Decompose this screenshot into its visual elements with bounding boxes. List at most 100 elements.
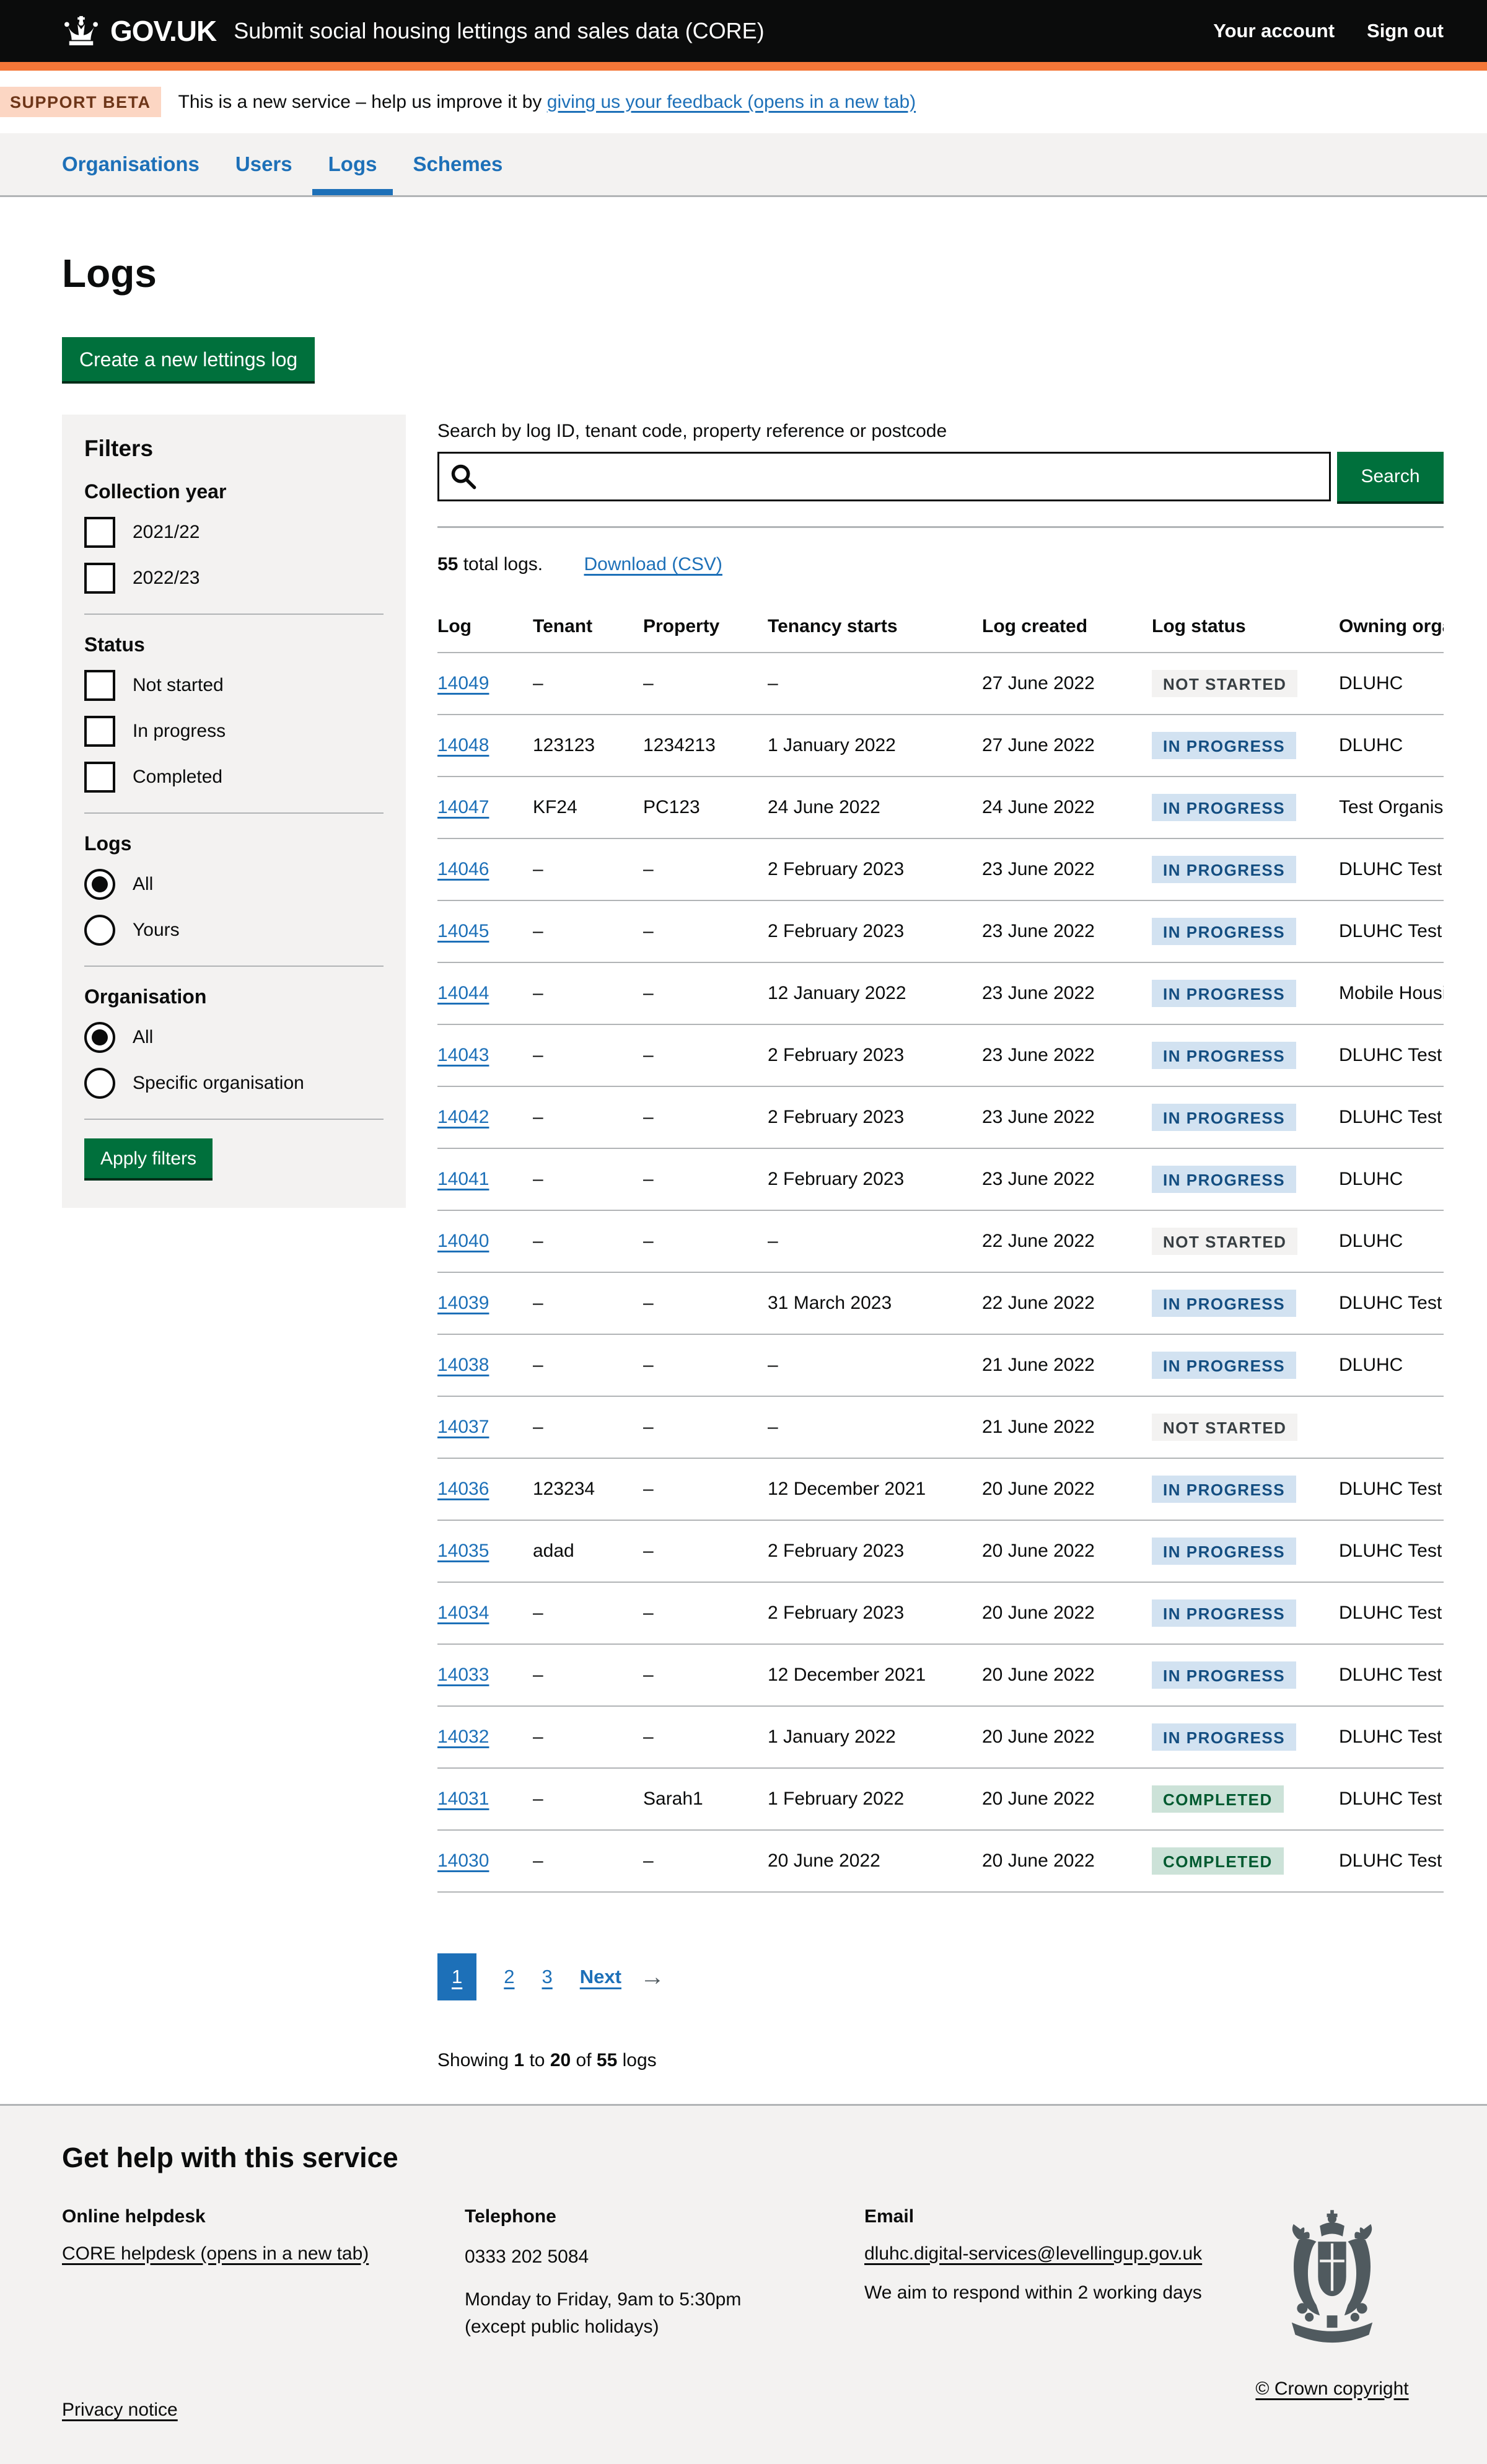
log-link[interactable]: 14041 bbox=[437, 1169, 489, 1189]
filter-divider bbox=[84, 1119, 384, 1120]
log-link[interactable]: 14030 bbox=[437, 1850, 489, 1871]
cell-tenant: – bbox=[533, 1210, 643, 1272]
log-link[interactable]: 14040 bbox=[437, 1231, 489, 1251]
footer-title: Get help with this service bbox=[62, 2142, 1444, 2174]
feedback-link[interactable]: giving us your feedback (opens in a new … bbox=[547, 92, 916, 112]
sign-out-link[interactable]: Sign out bbox=[1367, 20, 1444, 42]
checkbox-control[interactable] bbox=[84, 670, 115, 701]
telephone-heading: Telephone bbox=[465, 2206, 864, 2227]
email-link[interactable]: dluhc.digital-services@levellingup.gov.u… bbox=[864, 2243, 1202, 2264]
search-input[interactable] bbox=[437, 452, 1331, 501]
cell-tenancy-starts: – bbox=[768, 1210, 982, 1272]
cell-log-created: 20 June 2022 bbox=[982, 1582, 1152, 1644]
radio-yours[interactable]: Yours bbox=[84, 915, 384, 946]
col-log: Log bbox=[437, 605, 533, 653]
radio-control[interactable] bbox=[84, 1068, 115, 1099]
checkbox-2022-23[interactable]: 2022/23 bbox=[84, 563, 384, 594]
radio-specific-organisation[interactable]: Specific organisation bbox=[84, 1068, 384, 1099]
checkbox-2021-22[interactable]: 2021/22 bbox=[84, 517, 384, 548]
log-link[interactable]: 14049 bbox=[437, 673, 489, 693]
cell-property: – bbox=[643, 1830, 768, 1892]
filters-panel: Filters Collection year2021/222022/23Sta… bbox=[62, 415, 406, 1208]
log-link[interactable]: 14043 bbox=[437, 1045, 489, 1065]
cell-tenant: – bbox=[533, 900, 643, 962]
checkbox-control[interactable] bbox=[84, 716, 115, 747]
cell-property: 1234213 bbox=[643, 715, 768, 777]
status-badge: IN PROGRESS bbox=[1152, 732, 1296, 759]
table-row: 14039––31 March 202322 June 2022IN PROGR… bbox=[437, 1272, 1444, 1334]
table-row: 14032––1 January 202220 June 2022IN PROG… bbox=[437, 1706, 1444, 1768]
radio-control[interactable] bbox=[84, 869, 115, 900]
log-link[interactable]: 14044 bbox=[437, 983, 489, 1003]
log-link[interactable]: 14048 bbox=[437, 735, 489, 755]
govuk-logotype: GOV.UK bbox=[110, 14, 216, 48]
radio-control[interactable] bbox=[84, 1022, 115, 1053]
search-button[interactable]: Search bbox=[1337, 452, 1444, 501]
log-link[interactable]: 14047 bbox=[437, 797, 489, 817]
status-badge: IN PROGRESS bbox=[1152, 980, 1296, 1007]
pagination-next-link[interactable]: Next bbox=[580, 1966, 621, 1988]
log-link[interactable]: 14032 bbox=[437, 1727, 489, 1747]
log-link[interactable]: 14034 bbox=[437, 1603, 489, 1623]
service-name[interactable]: Submit social housing lettings and sales… bbox=[234, 18, 764, 44]
table-row: 14037–––21 June 2022NOT STARTED bbox=[437, 1396, 1444, 1458]
checkbox-not-started[interactable]: Not started bbox=[84, 670, 384, 701]
log-link[interactable]: 14033 bbox=[437, 1665, 489, 1685]
footer: Get help with this service Online helpde… bbox=[0, 2104, 1487, 2464]
radio-control[interactable] bbox=[84, 915, 115, 946]
log-link[interactable]: 14038 bbox=[437, 1355, 489, 1375]
log-link[interactable]: 14042 bbox=[437, 1107, 489, 1127]
telephone-hours: Monday to Friday, 9am to 5:30pm (except … bbox=[465, 2286, 864, 2340]
tab-schemes[interactable]: Schemes bbox=[413, 133, 502, 195]
option-label: All bbox=[133, 1027, 153, 1048]
header-logo-group[interactable]: GOV.UK Submit social housing lettings an… bbox=[62, 14, 765, 48]
log-link[interactable]: 14037 bbox=[437, 1417, 489, 1437]
core-helpdesk-link[interactable]: CORE helpdesk (opens in a new tab) bbox=[62, 2243, 369, 2264]
col-tenancy-starts: Tenancy starts bbox=[768, 605, 982, 653]
create-lettings-log-button[interactable]: Create a new lettings log bbox=[62, 337, 315, 381]
cell-tenant: – bbox=[533, 1706, 643, 1768]
log-link[interactable]: 14046 bbox=[437, 859, 489, 879]
col-log-created: Log created bbox=[982, 605, 1152, 653]
filter-divider bbox=[84, 614, 384, 615]
checkbox-control[interactable] bbox=[84, 762, 115, 793]
log-link[interactable]: 14039 bbox=[437, 1293, 489, 1313]
pagination-page-1[interactable]: 1 bbox=[437, 1953, 476, 2000]
status-badge: IN PROGRESS bbox=[1152, 1290, 1296, 1317]
cell-tenant: – bbox=[533, 1272, 643, 1334]
status-badge: COMPLETED bbox=[1152, 1847, 1284, 1875]
your-account-link[interactable]: Your account bbox=[1213, 20, 1335, 42]
tab-logs[interactable]: Logs bbox=[328, 133, 377, 195]
checkbox-control[interactable] bbox=[84, 563, 115, 594]
log-link[interactable]: 14036 bbox=[437, 1479, 489, 1499]
privacy-notice-link[interactable]: Privacy notice bbox=[62, 2400, 178, 2421]
option-label: All bbox=[133, 874, 153, 895]
cell-property: – bbox=[643, 1396, 768, 1458]
log-link[interactable]: 14035 bbox=[437, 1541, 489, 1561]
apply-filters-button[interactable]: Apply filters bbox=[84, 1138, 213, 1178]
crown-copyright-link[interactable]: © Crown copyright bbox=[1255, 2378, 1408, 2399]
tab-users[interactable]: Users bbox=[235, 133, 292, 195]
checkbox-control[interactable] bbox=[84, 517, 115, 548]
cell-tenancy-starts: 20 June 2022 bbox=[768, 1830, 982, 1892]
cell-property: – bbox=[643, 1706, 768, 1768]
checkbox-completed[interactable]: Completed bbox=[84, 762, 384, 793]
cell-tenancy-starts: 2 February 2023 bbox=[768, 1086, 982, 1148]
tab-organisations[interactable]: Organisations bbox=[62, 133, 200, 195]
download-csv-link[interactable]: Download (CSV) bbox=[584, 554, 722, 574]
log-link[interactable]: 14045 bbox=[437, 921, 489, 941]
pagination-page-3[interactable]: 3 bbox=[542, 1966, 553, 1988]
radio-all[interactable]: All bbox=[84, 869, 384, 900]
table-row: 14034––2 February 202320 June 2022IN PRO… bbox=[437, 1582, 1444, 1644]
cell-owning-org: DLUHC Test bbox=[1339, 1582, 1444, 1644]
cell-log-created: 20 June 2022 bbox=[982, 1644, 1152, 1706]
col-log-status: Log status bbox=[1152, 605, 1339, 653]
cell-tenant: KF24 bbox=[533, 777, 643, 838]
radio-all[interactable]: All bbox=[84, 1022, 384, 1053]
checkbox-in-progress[interactable]: In progress bbox=[84, 716, 384, 747]
pagination-page-2[interactable]: 2 bbox=[504, 1966, 514, 1988]
table-row: 14047KF24PC12324 June 202224 June 2022IN… bbox=[437, 777, 1444, 838]
cell-tenant: – bbox=[533, 1396, 643, 1458]
log-link[interactable]: 14031 bbox=[437, 1789, 489, 1809]
cell-property: PC123 bbox=[643, 777, 768, 838]
